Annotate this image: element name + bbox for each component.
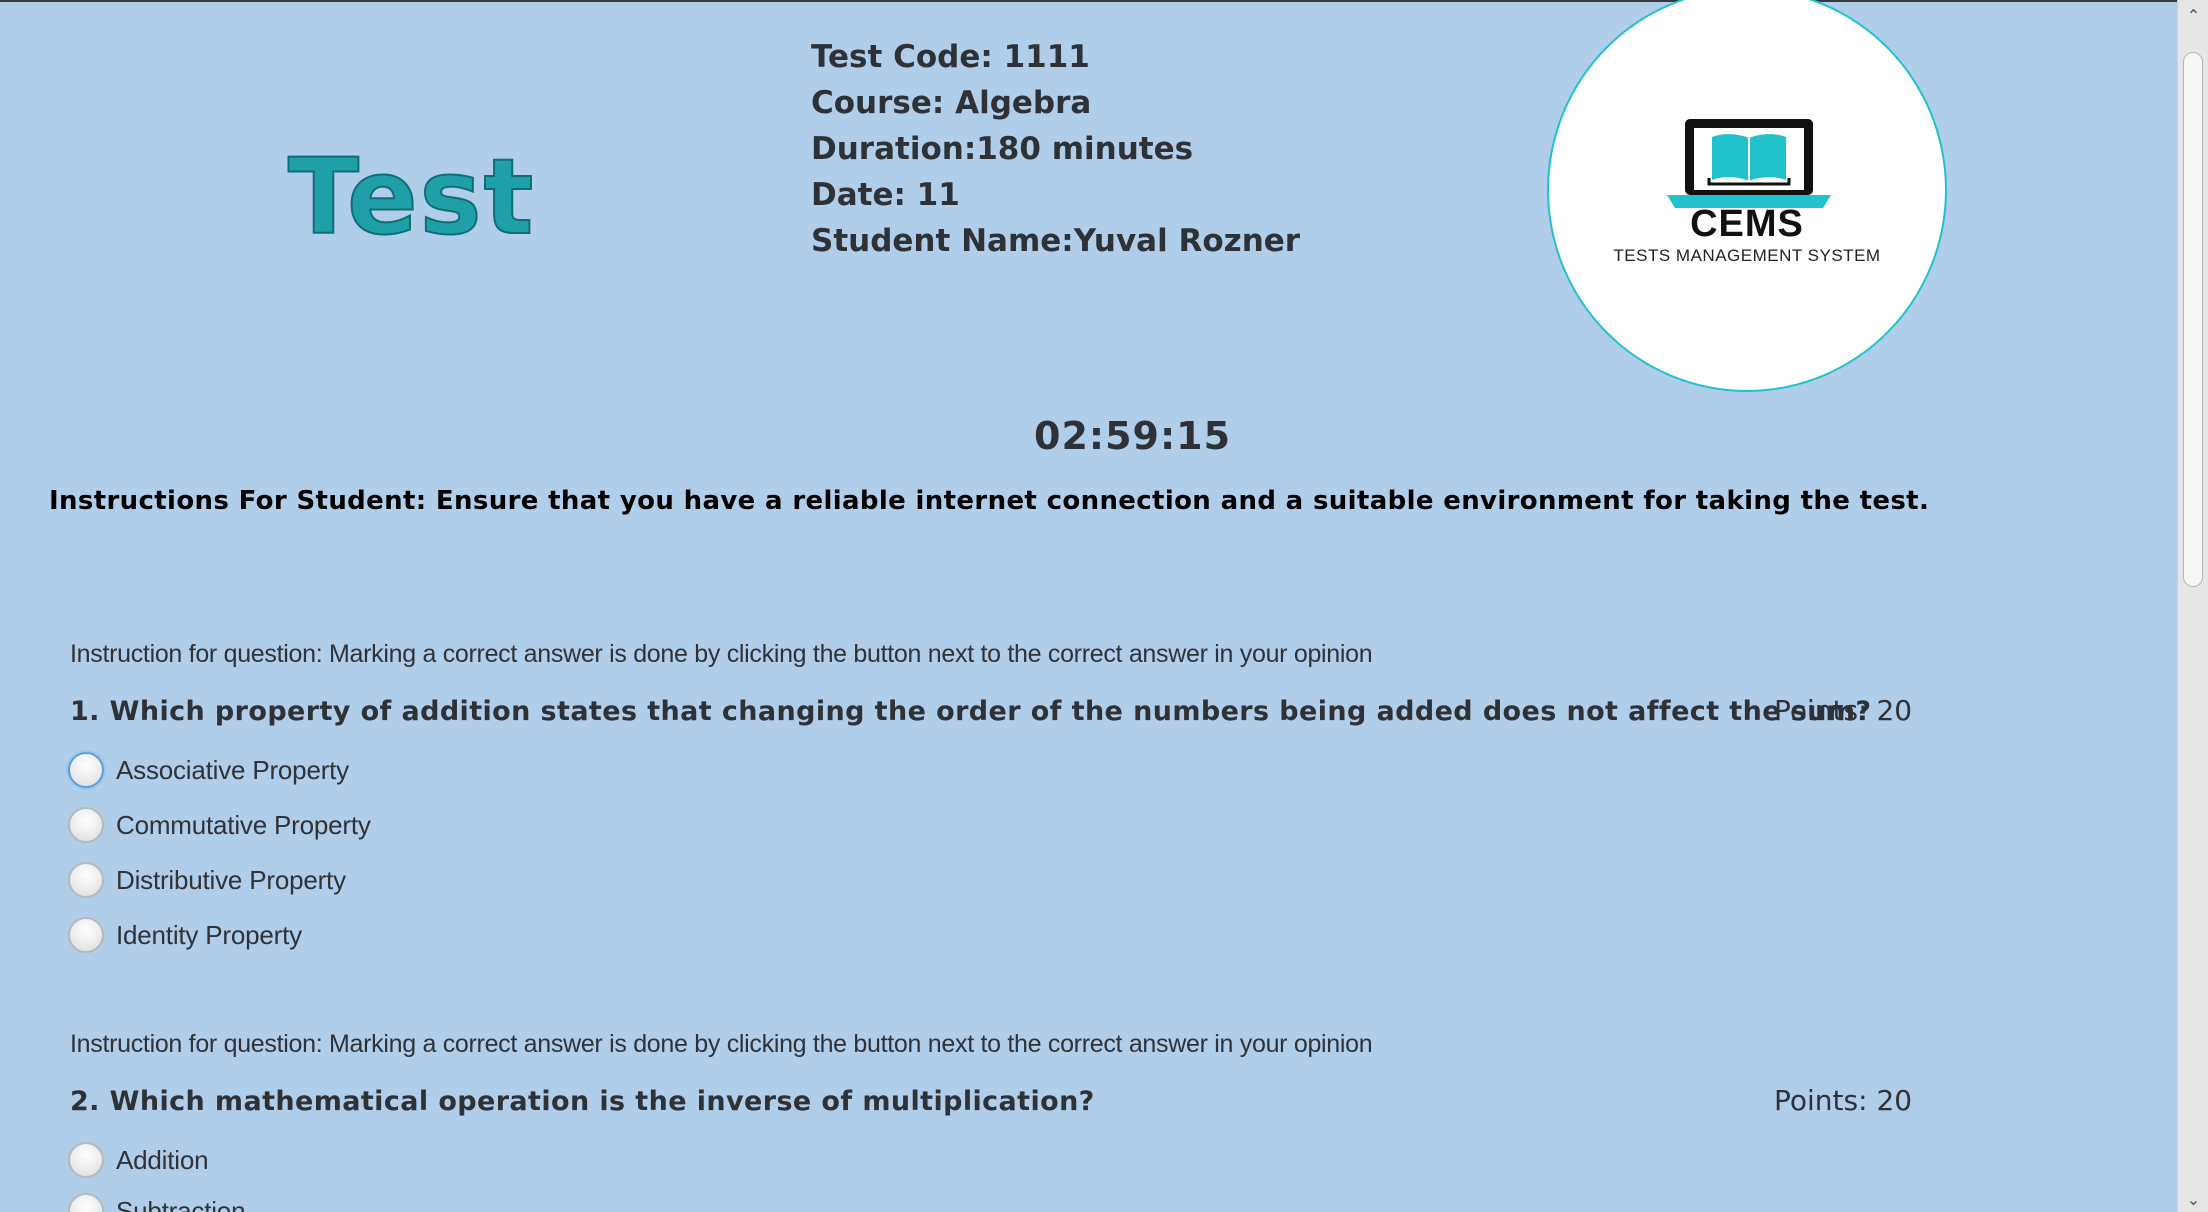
test-date: Date: 11 xyxy=(811,177,960,213)
question-points: Points: 20 xyxy=(1774,694,1913,727)
countdown-timer: 02:59:15 xyxy=(1034,414,1232,458)
answer-option[interactable]: Addition xyxy=(68,1141,209,1179)
answer-label[interactable]: Identity Property xyxy=(116,920,302,951)
scroll-thumb[interactable] xyxy=(2183,52,2203,587)
logo-title: CEMS xyxy=(1690,203,1804,245)
scroll-down-icon[interactable]: ⌄ xyxy=(2178,1186,2208,1212)
answer-option[interactable]: Identity Property xyxy=(68,916,302,954)
top-border xyxy=(0,0,2208,2)
radio-button[interactable] xyxy=(68,917,104,953)
answer-label[interactable]: Distributive Property xyxy=(116,865,346,896)
student-name: Student Name:Yuval Rozner xyxy=(811,223,1301,259)
radio-button[interactable] xyxy=(68,1193,104,1212)
radio-button[interactable] xyxy=(68,862,104,898)
cems-logo: CEMS TESTS MANAGEMENT SYSTEM xyxy=(1547,0,1947,392)
page-title: Test xyxy=(287,136,536,258)
test-info: Test Code: 1111 Course: Algebra Duration… xyxy=(811,34,1300,264)
test-duration: Duration:180 minutes xyxy=(811,131,1194,167)
answer-label[interactable]: Addition xyxy=(116,1145,209,1176)
radio-button[interactable] xyxy=(68,807,104,843)
logo-subtitle: TESTS MANAGEMENT SYSTEM xyxy=(1613,246,1881,265)
question-text: 1. Which property of addition states tha… xyxy=(70,696,1872,727)
answer-option[interactable]: Subtraction xyxy=(68,1192,246,1212)
test-code: Test Code: 1111 xyxy=(811,39,1090,75)
student-instructions: Instructions For Student: Ensure that yo… xyxy=(49,486,1930,516)
answer-option[interactable]: Distributive Property xyxy=(68,861,346,899)
answer-option[interactable]: Commutative Property xyxy=(68,806,371,844)
radio-button[interactable] xyxy=(68,752,104,788)
question-instruction: Instruction for question: Marking a corr… xyxy=(70,640,1373,668)
question-points: Points: 20 xyxy=(1774,1084,1913,1117)
radio-button[interactable] xyxy=(68,1142,104,1178)
question-text: 2. Which mathematical operation is the i… xyxy=(70,1086,1095,1117)
answer-label[interactable]: Subtraction xyxy=(116,1196,246,1212)
answer-option[interactable]: Associative Property xyxy=(68,751,349,789)
vertical-scrollbar[interactable]: ⌃ ⌄ xyxy=(2177,0,2208,1212)
answer-label[interactable]: Associative Property xyxy=(116,755,349,786)
question-instruction: Instruction for question: Marking a corr… xyxy=(70,1030,1373,1058)
test-page: Test Test Code: 1111 Course: Algebra Dur… xyxy=(0,0,2208,1212)
course-name: Course: Algebra xyxy=(811,85,1092,121)
answer-label[interactable]: Commutative Property xyxy=(116,810,371,841)
laptop-book-icon xyxy=(1667,119,1831,208)
scroll-up-icon[interactable]: ⌃ xyxy=(2178,2,2208,28)
